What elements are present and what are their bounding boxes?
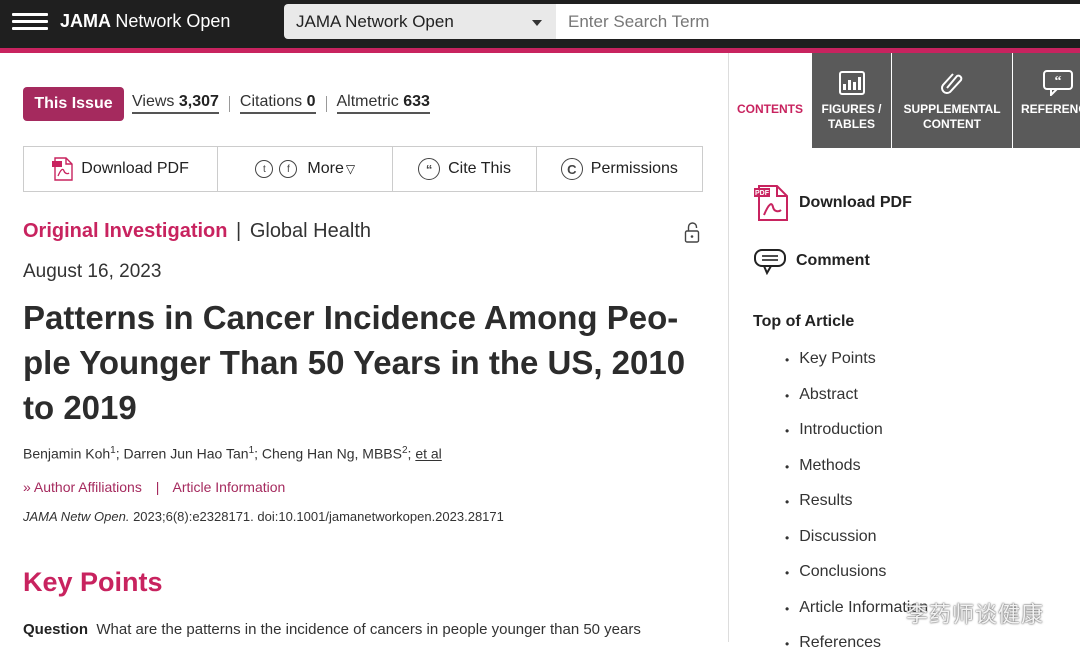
quote-bubble-icon: “ [1043, 70, 1073, 96]
top-navigation-bar: JAMA Network Open JAMA Network Open [0, 0, 1080, 48]
article-information-link[interactable]: Article Information [173, 479, 286, 495]
paperclip-icon [939, 70, 965, 96]
pdf-icon: PDF [754, 185, 788, 221]
toc-item-abstract[interactable]: Abstract [785, 386, 928, 422]
watermark: 李药师谈健康 [906, 602, 1045, 627]
more-share-button[interactable]: t f More ▽ [218, 147, 394, 191]
cite-this-label: Cite This [448, 160, 511, 177]
altmetric-label: Altmetric [336, 93, 399, 110]
site-brand[interactable]: JAMA Network Open [60, 11, 230, 32]
brand-light: Network Open [115, 11, 231, 31]
brand-bold: JAMA [60, 11, 111, 31]
toc-item-references[interactable]: References [785, 634, 928, 670]
metric-divider [325, 95, 327, 112]
journal-select[interactable]: JAMA Network Open [284, 4, 556, 39]
quote-icon: “ [418, 158, 441, 180]
toc-item-key-points[interactable]: Key Points [785, 350, 928, 386]
article-title: Patterns in Cancer Incidence Among Peo-p… [23, 299, 686, 426]
facebook-icon[interactable]: f [279, 160, 298, 178]
toc-item-methods[interactable]: Methods [785, 457, 928, 493]
toc-item-results[interactable]: Results [785, 492, 928, 528]
tab-figures-tables[interactable]: FIGURES / TABLES [811, 53, 891, 148]
citations-label: Citations [239, 93, 303, 110]
altmetric-value: 633 [403, 93, 430, 110]
citations-metric[interactable]: Citations 0 [239, 93, 316, 114]
links-separator: | [155, 479, 160, 495]
open-access-lock-icon [684, 222, 700, 243]
sidebar-comment[interactable]: Comment [753, 247, 870, 275]
tab-label: SUPPLEMENTAL [903, 102, 1001, 116]
author-separator: ; [407, 445, 412, 462]
key-points-heading: Key Points [23, 567, 163, 597]
article-info-links: » Author Affiliations | Article Informat… [23, 479, 285, 495]
pdf-icon [52, 157, 73, 181]
citations-value: 0 [306, 93, 316, 110]
author-name[interactable]: ; Darren Jun Hao Tan [116, 446, 249, 462]
key-points-question: Question What are the patterns in the in… [23, 621, 641, 638]
sidebar-tabs: CONTENTS FIGURES / TABLES SUPPLEMENTAL C… [729, 53, 1080, 148]
author-name[interactable]: Benjamin Koh [23, 446, 110, 462]
sidebar-download-pdf-label: Download PDF [799, 194, 912, 211]
toc-item-discussion[interactable]: Discussion [785, 528, 928, 564]
tab-label: TABLES [827, 117, 876, 131]
permissions-button[interactable]: C Permissions [537, 147, 702, 191]
subcategory-link[interactable]: Global Health [250, 220, 371, 242]
et-al-link[interactable]: et al [415, 446, 441, 462]
altmetric-metric[interactable]: Altmetric 633 [336, 93, 430, 114]
tab-label: REFERENCES [1021, 102, 1080, 116]
toc-item-conclusions[interactable]: Conclusions [785, 563, 928, 599]
tab-label: CONTENT [923, 117, 981, 131]
article-citation: JAMA Netw Open. 2023;6(8):e2328171. doi:… [23, 509, 504, 524]
download-pdf-label: Download PDF [81, 160, 189, 177]
list-icon [756, 70, 784, 96]
twitter-icon[interactable]: t [255, 160, 274, 178]
this-issue-button[interactable]: This Issue [23, 87, 124, 121]
hamburger-menu-icon[interactable] [12, 9, 48, 37]
toc-heading[interactable]: Top of Article [753, 313, 854, 331]
question-label: Question [23, 621, 89, 638]
tab-references[interactable]: “ REFERENCES [1012, 53, 1080, 148]
article-category: Original Investigation | Global Health [23, 220, 371, 243]
search-input[interactable] [556, 4, 1080, 39]
category-link[interactable]: Original Investigation [23, 220, 227, 242]
views-metric[interactable]: Views 3,307 [132, 93, 219, 114]
views-label: Views [132, 93, 175, 110]
chevron-down-icon [532, 20, 542, 26]
cite-this-button[interactable]: “ Cite This [393, 147, 537, 191]
author-name[interactable]: ; Cheng Han Ng, MBBS [254, 446, 402, 462]
triangle-down-icon: ▽ [345, 162, 356, 176]
citation-journal: JAMA Netw Open. [23, 509, 130, 524]
more-label: More [307, 160, 344, 177]
metric-divider [228, 95, 230, 112]
category-separator: | [236, 220, 242, 242]
publication-date: August 16, 2023 [23, 261, 162, 282]
question-text: What are the patterns in the incidence o… [96, 621, 641, 638]
download-pdf-button[interactable]: Download PDF [24, 147, 219, 191]
article-metrics: Views 3,307 Citations 0 Altmetric 633 [132, 93, 430, 114]
tab-label: FIGURES / [821, 102, 882, 116]
author-list: Benjamin Koh1; Darren Jun Hao Tan1; Chen… [23, 445, 442, 462]
permissions-label: Permissions [590, 160, 678, 177]
journal-select-value: JAMA Network Open [296, 11, 454, 31]
chevron-right-icon: » [23, 479, 31, 495]
copyright-icon: C [560, 158, 583, 180]
sidebar-comment-label: Comment [796, 252, 870, 269]
bar-chart-icon [838, 70, 865, 96]
tab-contents[interactable]: CONTENTS [729, 53, 811, 148]
article-toolbar: Download PDF t f More ▽ “ Cite This C Pe… [23, 146, 703, 192]
toc-item-introduction[interactable]: Introduction [785, 421, 928, 457]
citation-details: 2023;6(8):e2328171. doi:10.1001/jamanetw… [129, 509, 504, 524]
author-affiliations-link[interactable]: Author Affiliations [34, 479, 142, 495]
tab-label: CONTENTS [737, 102, 803, 116]
views-value: 3,307 [178, 93, 219, 110]
svg-text:PDF: PDF [755, 190, 770, 197]
comment-icon [754, 249, 786, 275]
sidebar-download-pdf[interactable]: PDF Download PDF [753, 184, 912, 222]
tab-supplemental-content[interactable]: SUPPLEMENTAL CONTENT [891, 53, 1012, 148]
svg-text:“: “ [1055, 74, 1062, 89]
